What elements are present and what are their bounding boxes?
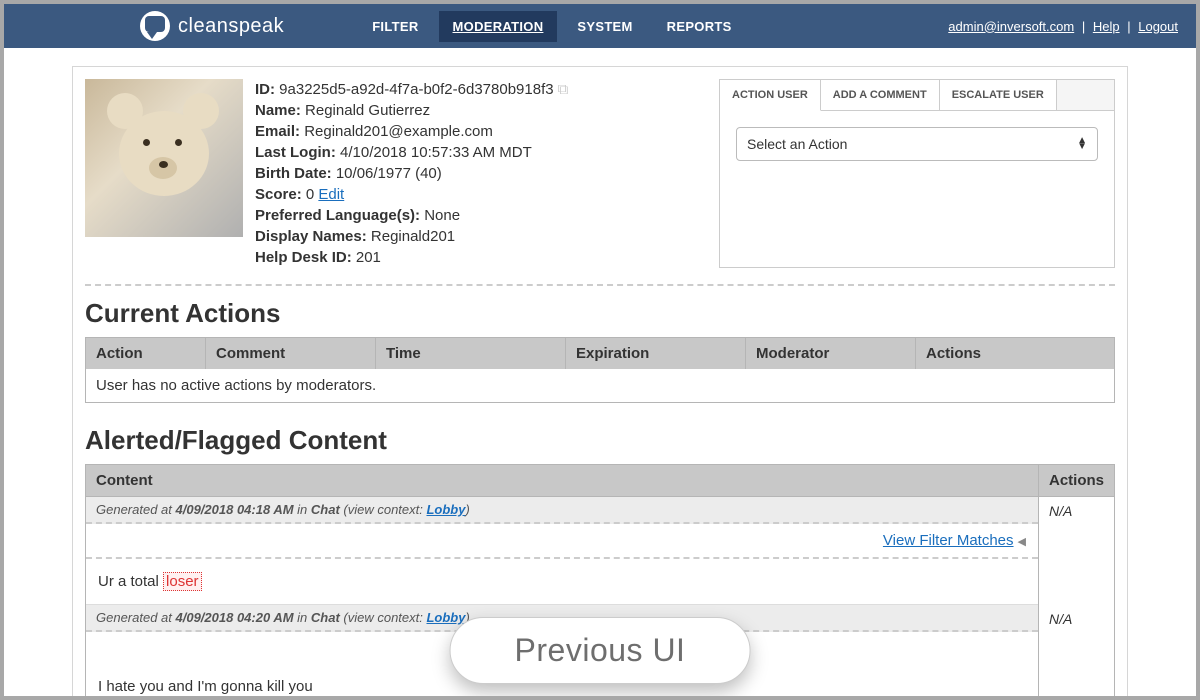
- helpdesk-value: 201: [356, 249, 381, 266]
- flagged-table: Content Actions: [85, 464, 1115, 497]
- score-label: Score:: [255, 186, 302, 203]
- select-arrows-icon: ▲▼: [1077, 138, 1087, 150]
- helpdesk-label: Help Desk ID:: [255, 249, 352, 266]
- vfm-row: View Filter Matches ◀: [86, 524, 1038, 559]
- previous-ui-overlay: Previous UI: [450, 617, 751, 684]
- logo: cleanspeak: [140, 11, 284, 41]
- lang-value: None: [424, 207, 460, 224]
- triangle-icon: ◀: [1018, 536, 1026, 548]
- action-select-label: Select an Action: [747, 136, 847, 152]
- copy-icon[interactable]: ⧉: [558, 81, 569, 98]
- tab-add-comment[interactable]: ADD A COMMENT: [821, 80, 940, 111]
- email-label: Email:: [255, 123, 300, 140]
- flagged-heading: Alerted/Flagged Content: [85, 425, 1115, 456]
- context-link[interactable]: Lobby: [426, 610, 465, 625]
- display-label: Display Names:: [255, 228, 367, 245]
- id-value: 9a3225d5-a92d-4f7a-b0f2-6d3780b918f3: [279, 81, 553, 98]
- lastlogin-label: Last Login:: [255, 144, 336, 161]
- tab-escalate-user[interactable]: ESCALATE USER: [940, 80, 1057, 111]
- flagged-word: loser: [163, 572, 202, 591]
- row-actions: N/A: [1039, 605, 1114, 700]
- empty-actions-row: User has no active actions by moderators…: [86, 369, 1115, 403]
- col-comment: Comment: [206, 338, 376, 370]
- lastlogin-value: 4/10/2018 10:57:33 AM MDT: [340, 144, 532, 161]
- score-value: 0: [306, 186, 314, 203]
- table-row: Generated at 4/09/2018 04:18 AM in Chat …: [86, 497, 1114, 605]
- generated-bar: Generated at 4/09/2018 04:18 AM in Chat …: [86, 497, 1038, 524]
- display-value: Reginald201: [371, 228, 455, 245]
- action-select[interactable]: Select an Action ▲▼: [736, 127, 1098, 161]
- col-time: Time: [376, 338, 566, 370]
- help-link[interactable]: Help: [1093, 19, 1120, 34]
- view-filter-matches-link[interactable]: View Filter Matches: [883, 532, 1014, 549]
- tab-action-user[interactable]: ACTION USER: [720, 80, 821, 111]
- account-link[interactable]: admin@inversoft.com: [948, 19, 1074, 34]
- col-expiration: Expiration: [566, 338, 746, 370]
- col-moderator: Moderator: [746, 338, 916, 370]
- profile-info: ID: 9a3225d5-a92d-4f7a-b0f2-6d3780b918f3…: [255, 79, 707, 268]
- message-text: Ur a total loser: [86, 559, 1038, 605]
- nav-right: admin@inversoft.com | Help | Logout: [948, 19, 1178, 34]
- context-link[interactable]: Lobby: [426, 502, 465, 517]
- col-flag-actions: Actions: [1038, 465, 1114, 497]
- lang-label: Preferred Language(s):: [255, 207, 420, 224]
- logo-icon: [140, 11, 170, 41]
- email-value: Reginald201@example.com: [304, 123, 493, 140]
- current-actions-heading: Current Actions: [85, 298, 1115, 329]
- nav-filter[interactable]: FILTER: [358, 11, 432, 42]
- nav-system[interactable]: SYSTEM: [563, 11, 646, 42]
- birth-label: Birth Date:: [255, 165, 332, 182]
- name-value: Reginald Gutierrez: [305, 102, 430, 119]
- action-panel: ACTION USER ADD A COMMENT ESCALATE USER …: [719, 79, 1115, 268]
- logout-link[interactable]: Logout: [1138, 19, 1178, 34]
- nav-reports[interactable]: REPORTS: [653, 11, 746, 42]
- col-action: Action: [86, 338, 206, 370]
- nav-moderation[interactable]: MODERATION: [439, 11, 558, 42]
- col-content: Content: [86, 465, 1039, 497]
- id-label: ID:: [255, 81, 275, 98]
- current-actions-table: Action Comment Time Expiration Moderator…: [85, 337, 1115, 403]
- edit-score-link[interactable]: Edit: [318, 186, 344, 203]
- nav-items: FILTER MODERATION SYSTEM REPORTS: [358, 11, 745, 42]
- col-actions: Actions: [916, 338, 1115, 370]
- brand-text: cleanspeak: [178, 15, 284, 38]
- birth-value: 10/06/1977 (40): [336, 165, 442, 182]
- row-actions: N/A: [1039, 497, 1114, 605]
- name-label: Name:: [255, 102, 301, 119]
- main-card: ID: 9a3225d5-a92d-4f7a-b0f2-6d3780b918f3…: [72, 66, 1128, 700]
- top-nav: cleanspeak FILTER MODERATION SYSTEM REPO…: [4, 4, 1196, 48]
- avatar: [85, 79, 243, 237]
